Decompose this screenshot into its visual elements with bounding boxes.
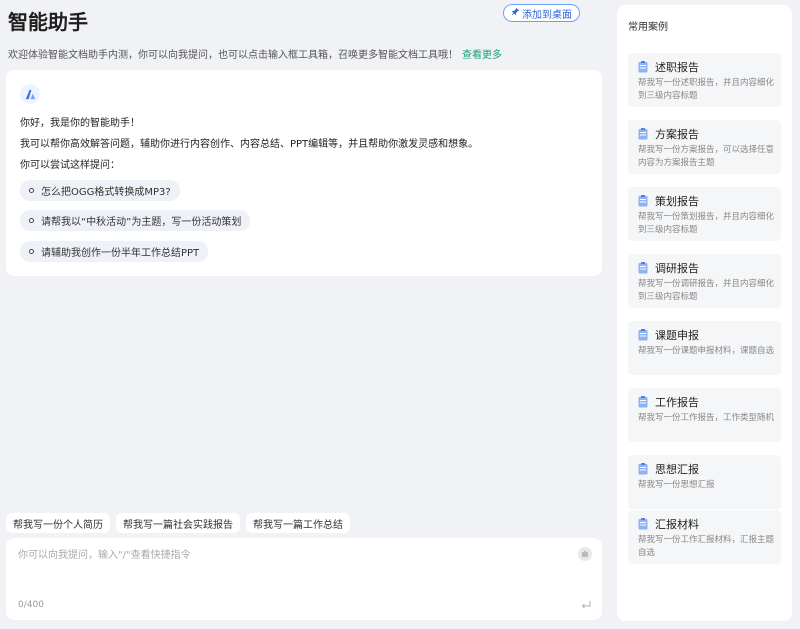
bullet-icon xyxy=(29,188,34,193)
case-title: 汇报材料 xyxy=(655,518,699,531)
case-title: 调研报告 xyxy=(655,262,699,275)
document-icon xyxy=(638,396,648,408)
intro-text: 我可以帮你高效解答问题，辅助你进行内容创作、内容总结、PPT编辑等，并且帮助你激… xyxy=(20,139,479,150)
try-asking-label: 你可以尝试这样提问： xyxy=(20,160,120,171)
case-title: 策划报告 xyxy=(655,195,699,208)
case-card[interactable]: 思想汇报 帮我写一份思想汇报 xyxy=(628,455,781,509)
case-card[interactable]: 述职报告 帮我写一份述职报告，并且内容细化到三级内容标题 xyxy=(628,53,781,107)
quick-prompt-chip[interactable]: 帮我写一篇社会实践报告 xyxy=(116,513,240,533)
document-icon xyxy=(638,329,648,341)
document-icon xyxy=(638,128,648,140)
case-title: 方案报告 xyxy=(655,128,699,141)
case-card[interactable]: 方案报告 帮我写一份方案报告，可以选择任意内容为方案报告主题 xyxy=(628,120,781,174)
common-cases-panel: 常用案例 述职报告 帮我写一份述职报告，并且内容细化到三级内容标题 方案报告 帮… xyxy=(617,5,792,621)
case-description: 帮我写一份方案报告，可以选择任意内容为方案报告主题 xyxy=(638,145,775,168)
case-title: 工作报告 xyxy=(655,396,699,409)
add-to-desktop-label: 添加到桌面 xyxy=(522,9,572,21)
document-icon xyxy=(638,262,648,274)
toolbox-icon[interactable] xyxy=(578,547,592,561)
bullet-icon xyxy=(29,249,34,254)
assistant-avatar xyxy=(20,84,40,104)
case-title: 述职报告 xyxy=(655,61,699,74)
assistant-logo-icon xyxy=(25,89,35,99)
document-icon xyxy=(638,195,648,207)
char-counter: 0/400 xyxy=(18,600,44,610)
case-description: 帮我写一份工作报告，工作类型随机 xyxy=(638,413,775,423)
panel-title: 常用案例 xyxy=(628,22,668,33)
case-card[interactable]: 调研报告 帮我写一份调研报告，并且内容细化到三级内容标题 xyxy=(628,254,781,308)
case-description: 帮我写一份述职报告，并且内容细化到三级内容标题 xyxy=(638,78,775,101)
case-card[interactable]: 汇报材料 帮我写一份工作汇报材料，汇报主题自选 xyxy=(628,510,781,564)
case-title: 课题申报 xyxy=(655,329,699,342)
document-icon xyxy=(638,61,648,73)
page-title: 智能助手 xyxy=(8,10,88,34)
case-card[interactable]: 策划报告 帮我写一份策划报告，并且内容细化到三级内容标题 xyxy=(628,187,781,241)
case-title: 思想汇报 xyxy=(655,463,699,476)
suggestion-text: 请帮我以“中秋活动”为主题，写一份活动策划 xyxy=(41,217,242,228)
chat-input[interactable] xyxy=(18,546,558,586)
chat-input-box: 0/400 xyxy=(6,538,602,620)
quick-prompt-row: 帮我写一份个人简历 帮我写一篇社会实践报告 帮我写一篇工作总结 xyxy=(6,513,350,533)
quick-prompt-chip[interactable]: 帮我写一份个人简历 xyxy=(6,513,110,533)
enter-send-icon[interactable] xyxy=(580,599,592,611)
case-card[interactable]: 工作报告 帮我写一份工作报告，工作类型随机 xyxy=(628,388,781,442)
suggestion-text: 怎么把OGG格式转换成MP3? xyxy=(41,187,171,198)
case-description: 帮我写一份调研报告，并且内容细化到三级内容标题 xyxy=(638,279,775,302)
welcome-text: 欢迎体验智能文档助手内测，你可以向我提问，也可以点击输入框工具箱，召唤更多智能文… xyxy=(8,50,458,61)
case-card[interactable]: 课题申报 帮我写一份课题申报材料，课题自选 xyxy=(628,321,781,375)
suggestion-chip[interactable]: 怎么把OGG格式转换成MP3? xyxy=(20,180,180,201)
bullet-icon xyxy=(29,218,34,223)
quick-prompt-chip[interactable]: 帮我写一篇工作总结 xyxy=(246,513,350,533)
case-description: 帮我写一份策划报告，并且内容细化到三级内容标题 xyxy=(638,212,775,235)
suggestion-chip[interactable]: 请帮我以“中秋活动”为主题，写一份活动策划 xyxy=(20,210,251,231)
case-description: 帮我写一份思想汇报 xyxy=(638,480,715,490)
pin-icon xyxy=(511,7,520,19)
document-icon xyxy=(638,518,648,530)
greeting-text: 你好，我是你的智能助手！ xyxy=(20,118,140,129)
suggestion-text: 请辅助我创作一份半年工作总结PPT xyxy=(41,248,200,259)
case-description: 帮我写一份课题申报材料，课题自选 xyxy=(638,346,775,356)
add-to-desktop-button[interactable]: 添加到桌面 xyxy=(503,4,580,22)
view-more-link[interactable]: 查看更多 xyxy=(462,50,502,61)
suggestion-chip[interactable]: 请辅助我创作一份半年工作总结PPT xyxy=(20,241,209,262)
welcome-banner: 欢迎体验智能文档助手内测，你可以向我提问，也可以点击输入框工具箱，召唤更多智能文… xyxy=(8,46,502,61)
assistant-message-card: 你好，我是你的智能助手！ 我可以帮你高效解答问题，辅助你进行内容创作、内容总结、… xyxy=(6,70,602,276)
document-icon xyxy=(638,463,648,475)
case-description: 帮我写一份工作汇报材料，汇报主题自选 xyxy=(638,535,775,558)
